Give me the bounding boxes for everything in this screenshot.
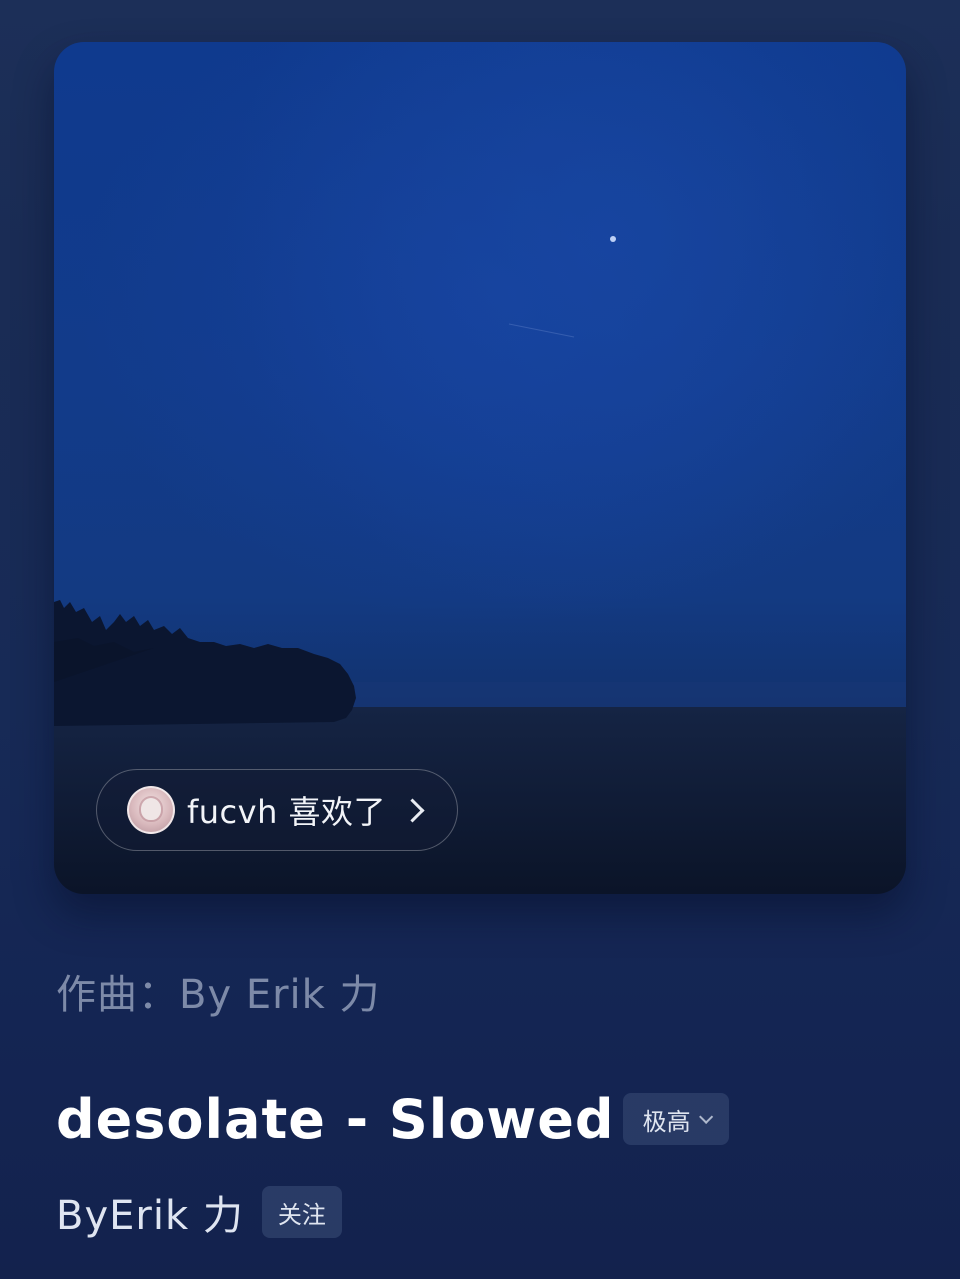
follow-button[interactable]: 关注 (261, 1186, 342, 1238)
chevron-right-icon (400, 797, 425, 823)
chevron-down-icon (698, 1109, 713, 1124)
song-title-row: desolate - Slowed 极高 (56, 1084, 729, 1154)
song-title: desolate - Slowed (56, 1087, 615, 1151)
cover-artwork (54, 42, 906, 894)
liked-by-text: fucvh 喜欢了 (187, 793, 387, 831)
artist-name[interactable]: ByErik 力 (56, 1183, 244, 1241)
audio-quality-button[interactable]: 极高 (622, 1093, 729, 1145)
audio-quality-label: 极高 (642, 1107, 691, 1136)
liked-by-pill[interactable]: fucvh 喜欢了 (96, 769, 458, 851)
artist-row: ByErik 力 关注 (56, 1184, 342, 1240)
user-avatar[interactable] (127, 786, 175, 834)
composer-credit: 作曲：By Erik 力 (56, 972, 381, 1018)
album-cover[interactable]: fucvh 喜欢了 (54, 42, 906, 894)
